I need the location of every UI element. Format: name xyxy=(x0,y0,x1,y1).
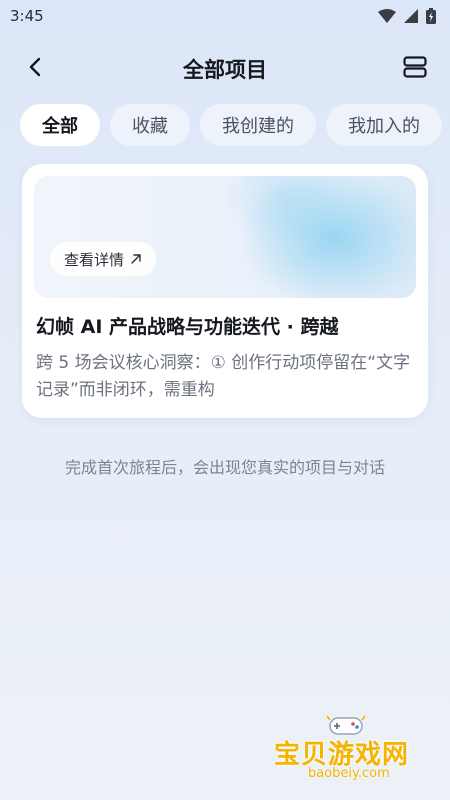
tab-created-by-me[interactable]: 我创建的 xyxy=(200,104,316,146)
tab-joined-by-me[interactable]: 我加入的 xyxy=(326,104,442,146)
project-description: 跨 5 场会议核心洞察：① 创作行动项停留在“文字记录”而非闭环，需重构 xyxy=(36,353,411,400)
arrow-up-right-icon xyxy=(131,254,141,264)
list-layout-icon xyxy=(403,56,427,78)
tab-favorites[interactable]: 收藏 xyxy=(110,104,190,146)
view-details-button[interactable]: 查看详情 xyxy=(50,242,157,276)
tab-all[interactable]: 全部 xyxy=(20,104,100,146)
empty-state-hint: 完成首次旅程后，会出现您真实的项目与对话 xyxy=(64,458,385,477)
project-card[interactable]: 查看详情 幻帧 AI 产品战略与功能迭代 · 跨越 跨 5 场会议核心洞察：① … xyxy=(22,164,428,418)
status-time: 3:45 xyxy=(10,7,44,25)
watermark: 宝贝游戏网 baobeiy.com xyxy=(268,710,438,788)
layout-toggle-button[interactable] xyxy=(400,52,430,82)
status-bar: 3:45 xyxy=(0,0,450,32)
signal-icon xyxy=(404,9,418,23)
filter-tabs: 全部 收藏 我创建的 我加入的 xyxy=(20,104,450,146)
watermark-domain: baobeiy.com xyxy=(308,766,390,781)
project-title: 幻帧 AI 产品战略与功能迭代 · 跨越 xyxy=(36,316,339,338)
header: 全部项目 xyxy=(0,40,450,96)
wifi-icon xyxy=(378,9,396,23)
page-title: 全部项目 xyxy=(183,58,267,82)
status-icons xyxy=(378,8,436,24)
gamepad-logo-icon xyxy=(326,715,366,735)
battery-icon xyxy=(426,8,436,24)
view-details-label: 查看详情 xyxy=(64,250,125,269)
project-card-banner: 查看详情 xyxy=(34,176,416,298)
